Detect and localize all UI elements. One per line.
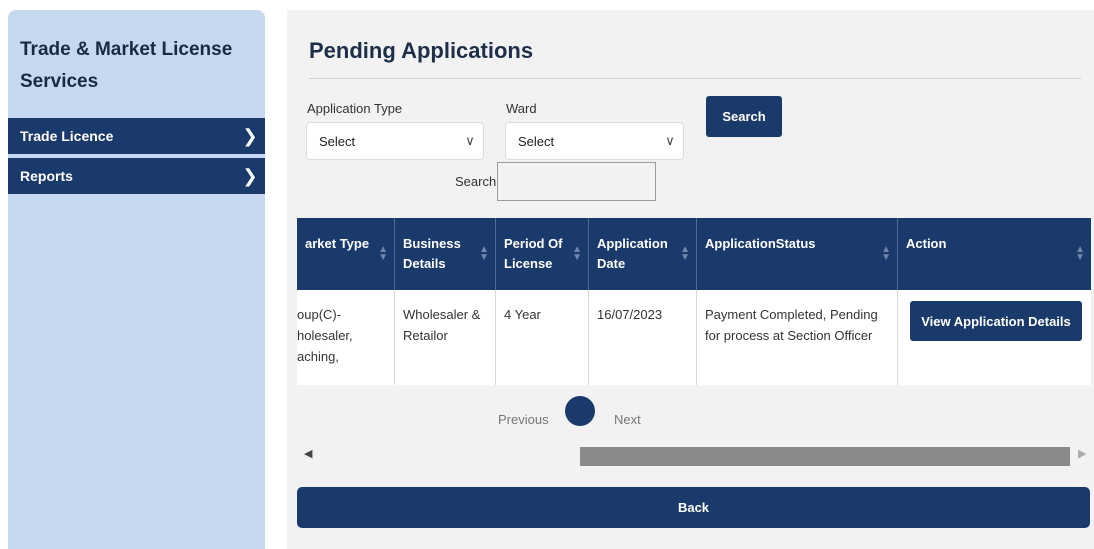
column-header-period-of-license[interactable]: Period Of License ▲ ▼ bbox=[496, 218, 589, 290]
search-input[interactable] bbox=[497, 162, 656, 201]
table-row: oup(C)- holesaler, aching, Wholesaler & … bbox=[297, 290, 1091, 385]
ward-value: Select bbox=[518, 133, 555, 149]
cell-business-details: Wholesaler & Retailor bbox=[395, 290, 496, 385]
pagination-current-page[interactable]: 1 bbox=[565, 396, 595, 426]
sort-icon: ▲ ▼ bbox=[572, 244, 582, 263]
page-title: Pending Applications bbox=[309, 38, 534, 63]
application-type-select[interactable]: Select ∨ bbox=[306, 122, 484, 160]
sidebar-item-trade-licence[interactable]: Trade Licence ❯ bbox=[8, 118, 265, 154]
search-label: Search: bbox=[455, 174, 500, 189]
column-header-market-type[interactable]: arket Type ▲ ▼ bbox=[297, 218, 395, 290]
ward-select[interactable]: Select ∨ bbox=[505, 122, 684, 160]
sidebar-item-label: Trade Licence bbox=[20, 128, 114, 144]
ward-label: Ward bbox=[506, 101, 537, 116]
pagination-previous[interactable]: Previous bbox=[498, 412, 549, 427]
chevron-down-icon: ∨ bbox=[465, 133, 475, 148]
main-panel: Pending Applications Application Type Se… bbox=[287, 10, 1094, 549]
application-type-label: Application Type bbox=[307, 101, 403, 116]
sidebar-item-reports[interactable]: Reports ❯ bbox=[8, 158, 265, 194]
scroll-left-arrow-icon[interactable]: ◀ bbox=[304, 447, 312, 460]
cell-application-date: 16/07/2023 bbox=[589, 290, 697, 385]
view-application-details-button[interactable]: View Application Details bbox=[910, 301, 1082, 341]
sort-icon: ▲ ▼ bbox=[378, 244, 388, 263]
sidebar: Trade & Market License Services Trade Li… bbox=[8, 10, 265, 549]
cell-application-status: Payment Completed, Pending for process a… bbox=[697, 290, 898, 385]
application-type-value: Select bbox=[319, 133, 356, 149]
column-header-business-details[interactable]: Business Details ▲ ▼ bbox=[395, 218, 496, 290]
column-header-action[interactable]: Action ▲ ▼ bbox=[898, 218, 1091, 290]
table-header: arket Type ▲ ▼ Business Details ▲ ▼ Period… bbox=[297, 218, 1091, 290]
sort-icon: ▲ ▼ bbox=[881, 244, 891, 263]
chevron-right-icon: ❯ bbox=[242, 125, 258, 146]
sort-icon: ▲ ▼ bbox=[479, 244, 489, 263]
chevron-right-icon: ❯ bbox=[242, 165, 258, 186]
back-button[interactable]: Back bbox=[297, 487, 1090, 528]
applications-table: arket Type ▲ ▼ Business Details ▲ ▼ Period… bbox=[297, 218, 1091, 385]
sort-icon: ▲ ▼ bbox=[680, 244, 690, 263]
sort-icon: ▲ ▼ bbox=[1075, 244, 1085, 263]
scroll-right-arrow-icon[interactable]: ▶ bbox=[1078, 447, 1086, 460]
search-button[interactable]: Search bbox=[706, 96, 782, 137]
column-header-application-date[interactable]: Application Date ▲ ▼ bbox=[589, 218, 697, 290]
chevron-down-icon: ∨ bbox=[665, 133, 675, 148]
title-divider bbox=[309, 78, 1081, 79]
horizontal-scrollbar-thumb[interactable] bbox=[580, 447, 1070, 466]
column-header-application-status[interactable]: ApplicationStatus ▲ ▼ bbox=[697, 218, 898, 290]
sidebar-item-label: Reports bbox=[20, 168, 73, 184]
cell-market-type: oup(C)- holesaler, aching, bbox=[297, 290, 395, 385]
sidebar-title: Trade & Market License Services bbox=[20, 39, 233, 92]
pagination-next[interactable]: Next bbox=[614, 412, 641, 427]
cell-period: 4 Year bbox=[496, 290, 589, 385]
cell-action: View Application Details bbox=[898, 290, 1091, 385]
